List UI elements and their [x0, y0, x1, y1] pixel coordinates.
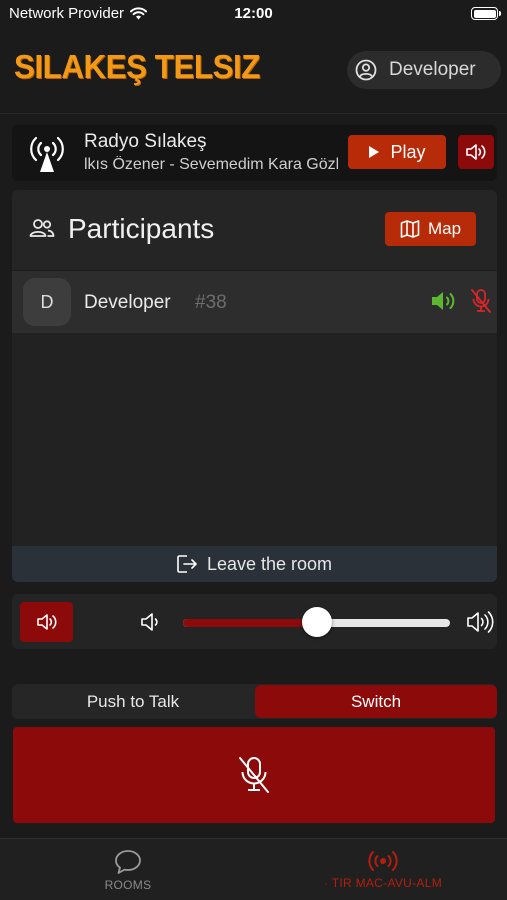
- tab-current-room-label: · TIR MAC-AVU-ALM: [324, 876, 442, 890]
- radio-tower-icon: [30, 136, 64, 172]
- leave-room-button[interactable]: Leave the room: [12, 546, 497, 582]
- people-icon: [29, 219, 55, 237]
- volume-high-icon: [467, 611, 494, 633]
- participant-row[interactable]: D Developer #38: [12, 271, 497, 333]
- mic-off-icon: [239, 757, 269, 793]
- push-to-talk-option[interactable]: Push to Talk: [12, 684, 254, 719]
- play-icon: [369, 146, 380, 158]
- play-label: Play: [390, 141, 426, 162]
- speaker-icon: [466, 144, 486, 160]
- participants-title: Participants: [68, 213, 215, 244]
- speaker-toggle-button[interactable]: [20, 602, 73, 642]
- participant-id: #38: [195, 292, 227, 313]
- speaker-icon: [36, 614, 57, 630]
- broadcast-icon: [368, 851, 398, 871]
- volume-slider-thumb[interactable]: [302, 607, 332, 637]
- speaker-icon: [432, 292, 455, 310]
- participants-list-area: [12, 333, 497, 546]
- app-logo: SILAKEŞ TELSIZ: [14, 48, 260, 85]
- participants-panel: Participants Map D Developer #38 Leave t…: [12, 190, 497, 582]
- status-bar: Network Provider 12:00: [0, 0, 507, 28]
- avatar: D: [23, 278, 71, 326]
- map-label: Map: [427, 219, 462, 238]
- radio-station-name: Radyo Sılakeş: [84, 131, 207, 152]
- radio-player: Radyo Sılakeş lkıs Özener - Sevemedim Ka…: [12, 125, 497, 181]
- volume-slider-fill: [183, 619, 317, 627]
- status-time: 12:00: [234, 5, 273, 22]
- user-circle-icon: [355, 59, 377, 81]
- tab-rooms[interactable]: ROOMS: [78, 839, 178, 900]
- now-playing-text: lkıs Özener - Sevemedim Kara Gözlüm: [84, 156, 338, 173]
- map-icon: [400, 220, 420, 238]
- radio-volume-button[interactable]: [458, 135, 494, 169]
- talk-mode-toggle: Push to Talk Switch: [12, 684, 497, 719]
- play-button[interactable]: Play: [348, 135, 446, 169]
- user-profile-button[interactable]: Developer: [347, 51, 501, 89]
- leave-room-label: Leave the room: [206, 553, 333, 574]
- battery-icon: [471, 7, 501, 20]
- tab-rooms-label: ROOMS: [104, 878, 152, 892]
- mic-off-icon[interactable]: [470, 288, 492, 314]
- talk-button[interactable]: [13, 727, 495, 823]
- battery-level: [473, 9, 496, 18]
- user-name: Developer: [389, 59, 476, 80]
- switch-option[interactable]: Switch: [255, 685, 497, 718]
- map-button[interactable]: Map: [385, 212, 476, 246]
- chat-bubble-icon: [115, 850, 141, 874]
- bottom-tab-bar: ROOMS · TIR MAC-AVU-ALM: [0, 838, 507, 900]
- volume-low-icon: [141, 613, 158, 631]
- participant-name: Developer: [84, 292, 171, 313]
- volume-controls: [12, 594, 497, 649]
- header-divider: [0, 113, 507, 114]
- exit-icon: [177, 555, 197, 573]
- participants-header: Participants Map: [12, 190, 497, 270]
- tab-current-room[interactable]: · TIR MAC-AVU-ALM: [298, 839, 468, 900]
